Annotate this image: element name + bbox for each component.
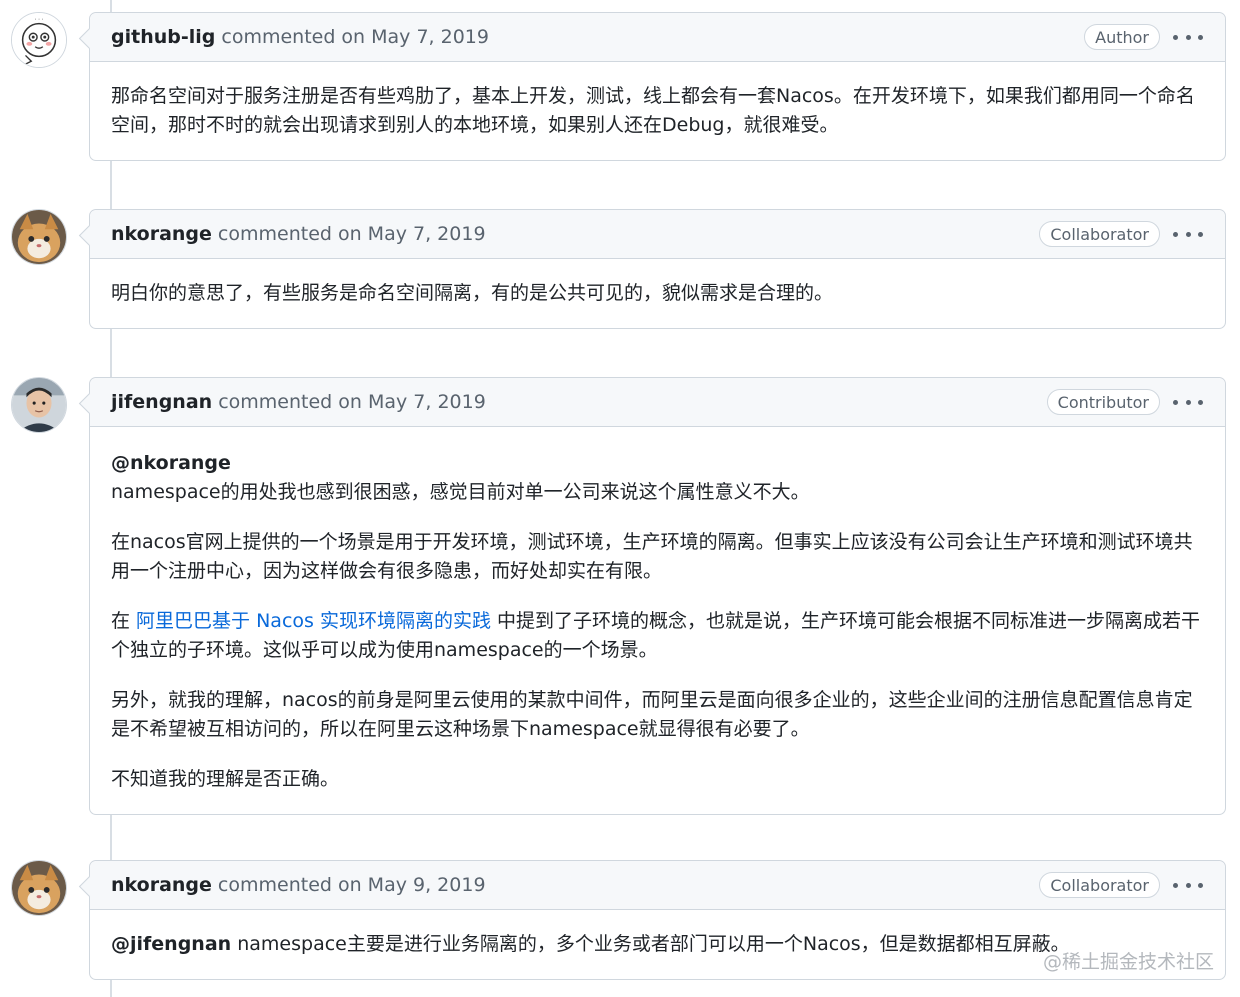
cat-avatar-icon[interactable] [11,209,67,265]
contributor-badge: Contributor [1046,389,1160,415]
watermark: @稀土掘金技术社区 [1042,951,1214,973]
more-options-icon[interactable] [1173,22,1203,52]
author-badge: Author [1084,24,1160,50]
comment-box: nkorange commented on May 7, 2019 Collab… [89,209,1226,329]
user-mention-link[interactable]: @nkorange [111,452,231,474]
more-options-icon[interactable] [1173,219,1203,249]
comment-paragraph: @nkorange namespace的用处我也感到很困惑，感觉目前对单一公司来… [111,449,1204,507]
comment-timestamp[interactable]: commented on May 7, 2019 [218,391,486,413]
comment-timestamp[interactable]: commented on May 9, 2019 [218,874,486,896]
comment-paragraph: 在nacos官网上提供的一个场景是用于开发环境，测试环境，生产环境的隔离。但事实… [111,531,1193,582]
collaborator-badge: Collaborator [1039,872,1160,898]
comment-text: 明白你的意思了，有些服务是命名空间隔离，有的是公共可见的，貌似需求是合理的。 [111,282,834,304]
author-link[interactable]: nkorange [111,874,212,896]
svg-text:· · ·: · · · [34,18,43,24]
author-link[interactable]: jifengnan [111,391,212,413]
author-link[interactable]: github-lig [111,26,215,48]
comment-paragraph: @jifengnan namespace主要是进行业务隔离的，多个业务或者部门可… [111,930,1204,959]
comment-box: jifengnan commented on May 7, 2019 Contr… [89,377,1226,815]
comment-body: 明白你的意思了，有些服务是命名空间隔离，有的是公共可见的，貌似需求是合理的。 [90,259,1225,328]
sketch-avatar-icon[interactable]: · · · [11,12,67,68]
more-options-icon[interactable] [1173,870,1203,900]
person-avatar-icon[interactable] [11,377,67,433]
user-mention-link[interactable]: @jifengnan [111,933,231,955]
comment-paragraph: 另外，就我的理解，nacos的前身是阿里云使用的某款中间件，而阿里云是面向很多企… [111,689,1193,740]
more-options-icon[interactable] [1173,387,1203,417]
comment-timestamp[interactable]: commented on May 7, 2019 [218,223,486,245]
comment-box: github-lig commented on May 7, 2019 Auth… [89,12,1226,161]
author-link[interactable]: nkorange [111,223,212,245]
comment-header: nkorange commented on May 9, 2019 Collab… [90,861,1225,910]
comment-text: namespace的用处我也感到很困惑，感觉目前对单一公司来说这个属性意义不大。 [111,481,810,503]
comment-text: 在 [111,610,137,632]
comment-header: github-lig commented on May 7, 2019 Auth… [90,13,1225,62]
comment-timestamp[interactable]: commented on May 7, 2019 [221,26,489,48]
comment-text: namespace主要是进行业务隔离的，多个业务或者部门可以用一个Nacos，但… [231,933,1070,955]
comment-body: @nkorange namespace的用处我也感到很困惑，感觉目前对单一公司来… [90,427,1225,814]
collaborator-badge: Collaborator [1039,221,1160,247]
article-link[interactable]: 阿里巴巴基于 Nacos 实现环境隔离的实践 [136,610,491,632]
cat-avatar-icon[interactable] [11,860,67,916]
comment-body: 那命名空间对于服务注册是否有些鸡肋了，基本上开发，测试，线上都会有一套Nacos… [90,62,1225,160]
comment-header: jifengnan commented on May 7, 2019 Contr… [90,378,1225,427]
comment-paragraph: 在 阿里巴巴基于 Nacos 实现环境隔离的实践 中提到了子环境的概念，也就是说… [111,607,1204,665]
comment-text: 那命名空间对于服务注册是否有些鸡肋了，基本上开发，测试，线上都会有一套Nacos… [111,85,1195,136]
comment-paragraph: 不知道我的理解是否正确。 [111,768,340,790]
comment-header: nkorange commented on May 7, 2019 Collab… [90,210,1225,259]
